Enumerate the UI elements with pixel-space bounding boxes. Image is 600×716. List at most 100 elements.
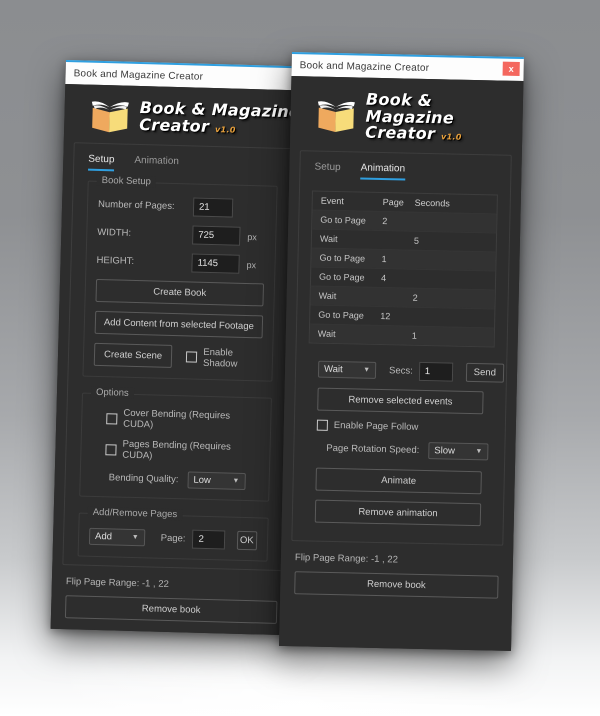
cell-event: Go to Page [319, 252, 366, 264]
window-setup: Book and Magazine Creator Book & Magazin… [50, 60, 306, 636]
unit-height: px [246, 259, 257, 270]
row-bending-quality: Bending Quality: Low ▼ [90, 469, 258, 491]
ok-button[interactable]: OK [236, 530, 258, 551]
window-animation: Book and Magazine Creator x Book & Magaz… [279, 52, 524, 651]
tabs-left: Setup Animation [74, 149, 292, 176]
row-add-remove: Add ▼ Page: 2 OK [88, 527, 258, 551]
window-title-left: Book and Magazine Creator [73, 67, 204, 83]
row-number-of-pages: Number of Pages: 21 [98, 195, 266, 219]
checkbox-icon-cover-bending[interactable] [106, 412, 118, 425]
checkbox-icon-pages-bending[interactable] [105, 443, 117, 456]
legend-options: Options [90, 386, 134, 399]
row-event-controls: Wait ▼ Secs: 1 Send [317, 360, 506, 383]
window-title-right: Book and Magazine Creator [299, 59, 430, 74]
event-type-select[interactable]: Wait ▼ [317, 360, 377, 379]
cell-event: Go to Page [320, 214, 366, 226]
page-rotation-speed-select[interactable]: Slow ▼ [428, 441, 489, 461]
event-type-value: Wait [323, 363, 343, 376]
chevron-down-icon: ▼ [232, 477, 240, 485]
row-page-rotation-speed: Page Rotation Speed: Slow ▼ [326, 440, 504, 461]
panel-left: Book & Magazine Creator v1.0 Setup Anima… [50, 83, 306, 636]
cell-seconds [413, 255, 463, 266]
brand-line-2: Creator [139, 115, 210, 136]
cell-event: Wait [318, 290, 337, 301]
fieldset-options: Options Cover Bending (Requires CUDA) Pa… [79, 386, 272, 502]
brand-version: v1.0 [214, 125, 236, 135]
cell-seconds [412, 312, 462, 323]
cell-seconds: 2 [412, 292, 418, 303]
cell-seconds: 5 [413, 235, 420, 246]
table-row[interactable]: Wait 1 [309, 323, 495, 347]
fieldset-add-remove-pages: Add/Remove Pages Add ▼ Page: 2 OK [77, 506, 269, 562]
bending-quality-select[interactable]: Low ▼ [187, 471, 246, 491]
checkbox-icon-enable-page-follow[interactable] [316, 419, 328, 431]
brand-version: v1.0 [441, 132, 462, 142]
events-table[interactable]: Event Page Seconds Go to Page 2 Wait 5 G… [308, 190, 498, 348]
column-header-page: Page [382, 196, 404, 208]
chevron-down-icon: ▼ [363, 366, 371, 374]
tab-animation[interactable]: Animation [360, 162, 406, 181]
tab-card-left: Setup Animation Book Setup Number of Pag… [62, 142, 294, 572]
send-button[interactable]: Send [465, 362, 505, 383]
remove-book-button-left[interactable]: Remove book [64, 595, 278, 624]
label-cover-bending: Cover Bending (Requires CUDA) [123, 407, 231, 431]
brand-text-left: Book & Magazine Creator v1.0 [139, 98, 300, 138]
remove-book-button-right[interactable]: Remove book [294, 571, 499, 599]
tab-animation[interactable]: Animation [134, 155, 179, 173]
add-content-button[interactable]: Add Content from selected Footage [94, 310, 264, 339]
input-page-number[interactable]: 2 [192, 529, 225, 550]
bending-quality-value: Low [193, 474, 211, 487]
flip-page-range-right: Flip Page Range: -1 , 22 [294, 552, 399, 566]
row-width: WIDTH: 725 px [97, 223, 265, 247]
create-scene-button[interactable]: Create Scene [93, 342, 173, 368]
input-number-of-pages[interactable]: 21 [192, 197, 234, 218]
close-icon[interactable]: x [502, 61, 520, 76]
create-book-button[interactable]: Create Book [95, 278, 265, 307]
label-height: HEIGHT: [96, 254, 135, 267]
tab-setup[interactable]: Setup [88, 153, 115, 172]
pages-bending-checkbox[interactable]: Pages Bending (Requires CUDA) [91, 438, 260, 465]
label-width: WIDTH: [97, 226, 132, 239]
input-height[interactable]: 1145 [191, 253, 240, 274]
animate-button[interactable]: Animate [315, 467, 482, 495]
cover-bending-checkbox[interactable]: Cover Bending (Requires CUDA) [92, 407, 261, 434]
label-bending-quality: Bending Quality: [108, 472, 179, 486]
label-enable-page-follow: Enable Page Follow [333, 419, 419, 433]
enable-shadow-checkbox[interactable]: Enable Shadow [186, 346, 262, 370]
cell-seconds [414, 217, 464, 228]
panel-right: Book & Magazine Creator v1.0 Setup Anima… [279, 75, 524, 651]
legend-book-setup: Book Setup [96, 174, 157, 188]
cell-page: 4 [380, 272, 387, 283]
cell-event: Go to Page [318, 271, 365, 283]
add-remove-action-select[interactable]: Add ▼ [88, 527, 145, 547]
cell-page: 2 [382, 215, 388, 226]
book-logo-icon [90, 99, 131, 134]
input-secs[interactable]: 1 [418, 361, 454, 382]
book-logo-icon [316, 98, 357, 133]
cell-event: Go to Page [318, 309, 364, 321]
add-remove-action-value: Add [94, 530, 113, 543]
brand-line-2: Creator [365, 122, 436, 144]
cell-event: Wait [317, 328, 336, 339]
checkbox-icon-enable-shadow[interactable] [186, 351, 198, 363]
column-header-seconds: Seconds [414, 197, 450, 209]
column-header-event: Event [320, 195, 344, 207]
cell-event: Wait [319, 233, 338, 244]
cell-page: 12 [380, 310, 391, 322]
label-secs: Secs: [388, 365, 413, 377]
tab-setup[interactable]: Setup [314, 161, 340, 179]
label-page: Page: [160, 532, 186, 545]
page-rotation-speed-value: Slow [434, 445, 456, 457]
tab-card-right: Setup Animation Event Page Seconds Go to… [291, 150, 512, 546]
enable-page-follow-checkbox[interactable]: Enable Page Follow [316, 419, 505, 435]
remove-animation-button[interactable]: Remove animation [314, 499, 482, 527]
brand-header-right: Book & Magazine Creator v1.0 [290, 76, 524, 153]
cell-page: 1 [381, 253, 387, 264]
flip-page-range-left: Flip Page Range: -1 , 22 [65, 576, 169, 590]
input-width[interactable]: 725 [192, 225, 241, 246]
cell-seconds [413, 274, 463, 285]
tabs-right: Setup Animation [300, 157, 510, 183]
remove-selected-events-button[interactable]: Remove selected events [317, 387, 484, 415]
cell-page [381, 292, 413, 303]
label-pages-bending: Pages Bending (Requires CUDA) [122, 438, 232, 462]
